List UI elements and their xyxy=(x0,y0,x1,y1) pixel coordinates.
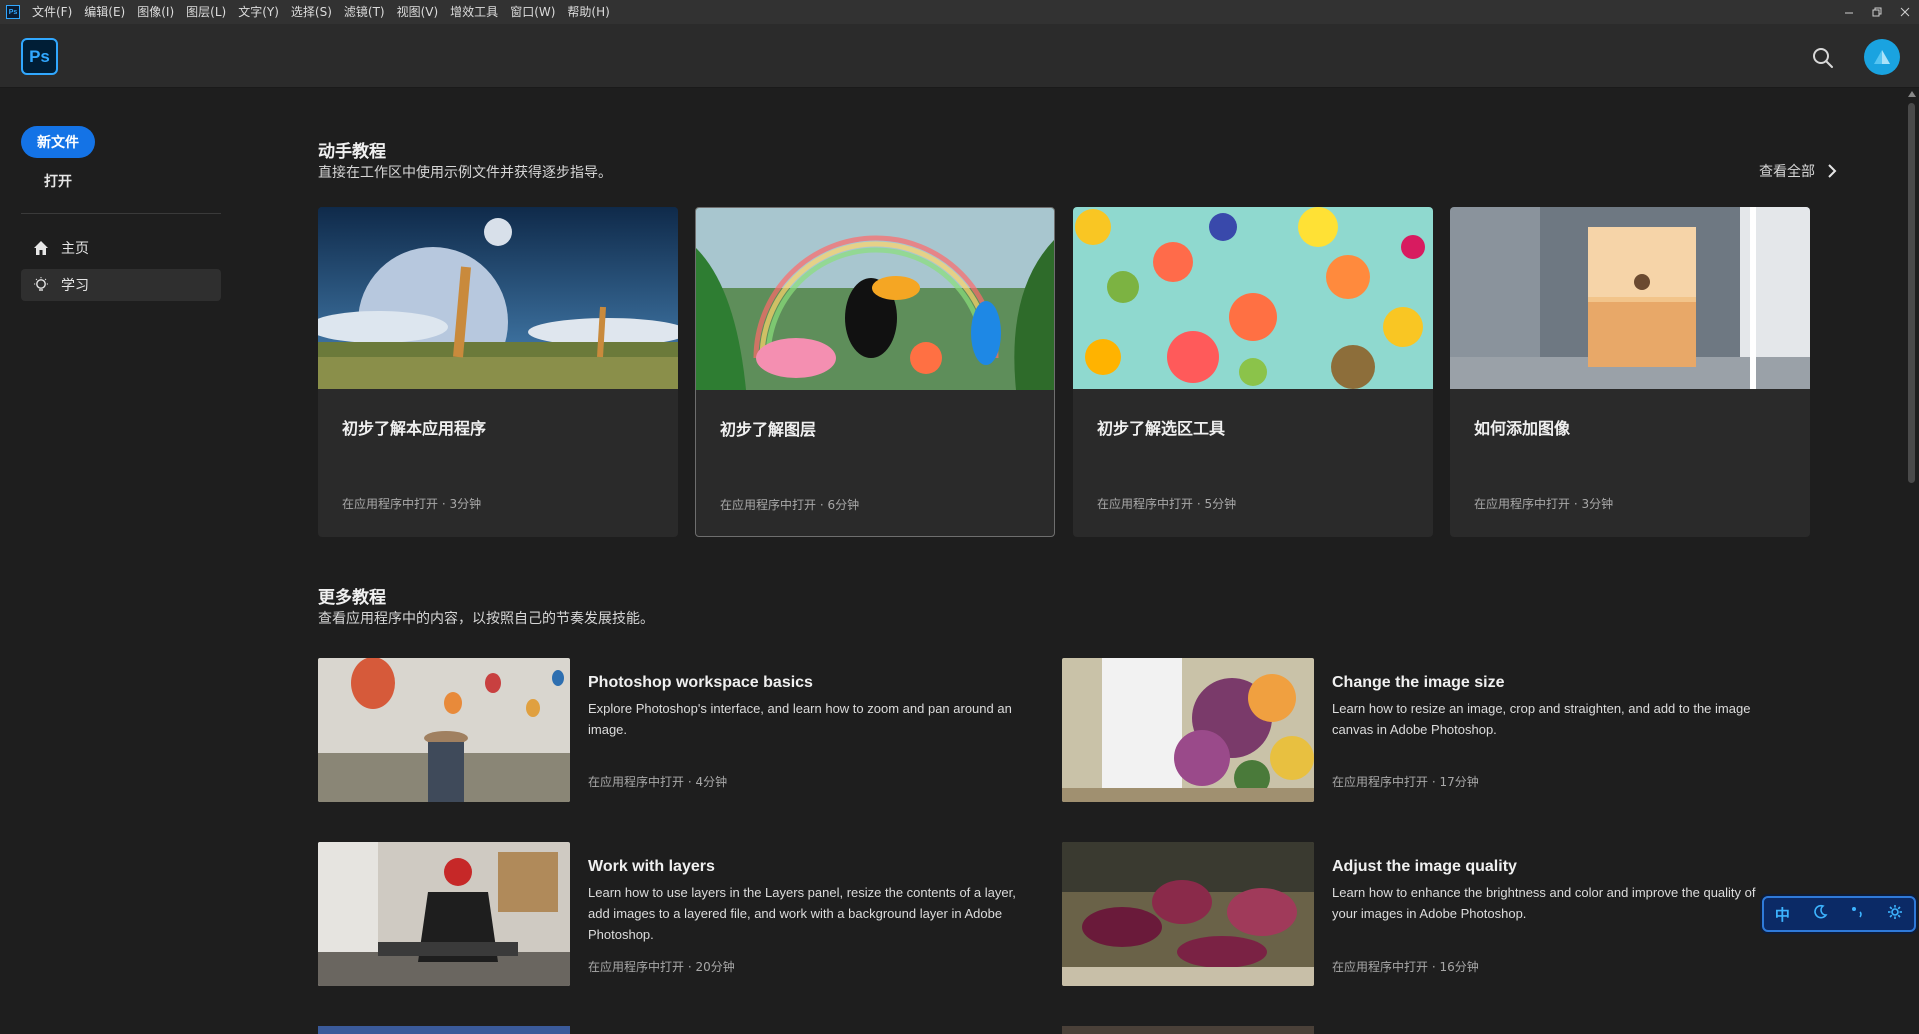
lesson-thumbnail-partial xyxy=(318,1026,570,1034)
lesson-thumbnail xyxy=(1062,658,1314,802)
avatar[interactable] xyxy=(1864,39,1900,75)
card-title: 初步了解选区工具 xyxy=(1097,419,1226,438)
view-all-link[interactable]: 查看全部 xyxy=(1759,161,1837,181)
scroll-up-arrow-icon[interactable] xyxy=(1908,91,1916,97)
card-title: 初步了解图层 xyxy=(720,420,817,439)
sidebar-item-home[interactable]: 主页 xyxy=(21,232,221,264)
sidebar: 新文件 打开 主页 学习 xyxy=(0,89,240,1034)
chevron-right-icon xyxy=(1828,164,1837,178)
main-content: 动手教程 直接在工作区中使用示例文件并获得逐步指导。 查看全部 初步了解本应用程… xyxy=(240,89,1904,1034)
lesson-title: Adjust the image quality xyxy=(1332,858,1517,875)
menu-help[interactable]: 帮助(H) xyxy=(561,0,615,24)
card-thumbnail xyxy=(1073,207,1433,389)
search-icon[interactable] xyxy=(1811,46,1835,70)
lesson-meta: 在应用程序中打开 · 16分钟 xyxy=(1332,960,1479,974)
lesson-description: Learn how to resize an image, crop and s… xyxy=(1332,701,1751,737)
lesson-meta: 在应用程序中打开 · 20分钟 xyxy=(588,960,735,974)
menu-type[interactable]: 文字(Y) xyxy=(232,0,285,24)
home-icon xyxy=(31,238,51,258)
sidebar-item-label: 主页 xyxy=(61,241,89,257)
open-button[interactable]: 打开 xyxy=(21,168,95,194)
lesson-item[interactable]: Work with layers Learn how to use layers… xyxy=(318,842,1018,986)
punctuation-icon[interactable] xyxy=(1849,904,1865,924)
tutorial-card[interactable]: 如何添加图像 在应用程序中打开 · 3分钟 xyxy=(1450,207,1810,537)
more-title: 更多教程 xyxy=(318,588,386,608)
ps-app-icon: Ps xyxy=(6,5,20,19)
hands-on-title: 动手教程 xyxy=(318,142,386,162)
lesson-description: Learn how to use layers in the Layers pa… xyxy=(588,885,1016,942)
menu-edit[interactable]: 编辑(E) xyxy=(78,0,131,24)
card-thumbnail xyxy=(696,208,1054,390)
card-meta: 在应用程序中打开 · 6分钟 xyxy=(720,498,860,512)
lesson-description: Explore Photoshop's interface, and learn… xyxy=(588,701,1012,737)
menu-view[interactable]: 视图(V) xyxy=(391,0,445,24)
menu-select[interactable]: 选择(S) xyxy=(285,0,338,24)
lesson-title: Photoshop workspace basics xyxy=(588,674,813,691)
lesson-item[interactable]: Adjust the image quality Learn how to en… xyxy=(1062,842,1762,986)
minimize-icon[interactable] xyxy=(1835,0,1863,24)
sidebar-item-learn[interactable]: 学习 xyxy=(21,269,221,301)
app-header: Ps xyxy=(0,24,1919,88)
menu-filter[interactable]: 滤镜(T) xyxy=(338,0,391,24)
gear-icon[interactable] xyxy=(1887,904,1903,924)
tutorial-card[interactable]: 初步了解选区工具 在应用程序中打开 · 5分钟 xyxy=(1073,207,1433,537)
new-file-button[interactable]: 新文件 xyxy=(21,126,95,158)
window-controls xyxy=(1835,0,1919,24)
lesson-meta: 在应用程序中打开 · 4分钟 xyxy=(588,775,728,789)
card-title: 初步了解本应用程序 xyxy=(342,419,487,438)
more-subtitle: 查看应用程序中的内容，以按照自己的节奏发展技能。 xyxy=(318,611,654,627)
card-thumbnail xyxy=(1450,207,1810,389)
sidebar-item-label: 学习 xyxy=(61,278,89,294)
moon-icon[interactable] xyxy=(1812,904,1828,924)
card-meta: 在应用程序中打开 · 3分钟 xyxy=(342,497,482,511)
card-thumbnail xyxy=(318,207,678,389)
close-icon[interactable] xyxy=(1891,0,1919,24)
menu-window[interactable]: 窗口(W) xyxy=(504,0,561,24)
lightbulb-icon xyxy=(31,275,51,295)
card-title: 如何添加图像 xyxy=(1474,419,1571,438)
ime-toolbar[interactable]: 中 xyxy=(1762,896,1916,932)
card-meta: 在应用程序中打开 · 5分钟 xyxy=(1097,497,1237,511)
card-meta: 在应用程序中打开 · 3分钟 xyxy=(1474,497,1614,511)
scroll-thumb[interactable] xyxy=(1908,103,1915,483)
restore-icon[interactable] xyxy=(1863,0,1891,24)
hands-on-subtitle: 直接在工作区中使用示例文件并获得逐步指导。 xyxy=(318,165,612,181)
lesson-thumbnail xyxy=(1062,842,1314,986)
lesson-item[interactable]: Photoshop workspace basics Explore Photo… xyxy=(318,658,1018,802)
lesson-description: Learn how to enhance the brightness and … xyxy=(1332,885,1756,921)
lesson-title: Change the image size xyxy=(1332,674,1505,691)
scrollbar[interactable] xyxy=(1904,89,1919,1034)
ime-mode-toggle[interactable]: 中 xyxy=(1775,904,1790,925)
tutorial-card[interactable]: 初步了解图层 在应用程序中打开 · 6分钟 xyxy=(695,207,1055,537)
menu-layer[interactable]: 图层(L) xyxy=(180,0,232,24)
lesson-item[interactable]: Change the image size Learn how to resiz… xyxy=(1062,658,1762,802)
lesson-thumbnail-partial xyxy=(1062,1026,1314,1034)
lesson-thumbnail xyxy=(318,842,570,986)
lesson-title: Work with layers xyxy=(588,858,715,875)
photoshop-logo[interactable]: Ps xyxy=(21,38,58,75)
menu-bar: Ps 文件(F) 编辑(E) 图像(I) 图层(L) 文字(Y) 选择(S) 滤… xyxy=(0,0,1919,24)
lesson-thumbnail xyxy=(318,658,570,802)
menu-image[interactable]: 图像(I) xyxy=(131,0,180,24)
menu-file[interactable]: 文件(F) xyxy=(26,0,78,24)
tutorial-card[interactable]: 初步了解本应用程序 在应用程序中打开 · 3分钟 xyxy=(318,207,678,537)
menu-plugins[interactable]: 增效工具 xyxy=(444,0,504,24)
sidebar-divider xyxy=(21,213,221,214)
lesson-meta: 在应用程序中打开 · 17分钟 xyxy=(1332,775,1479,789)
view-all-label: 查看全部 xyxy=(1759,164,1815,180)
